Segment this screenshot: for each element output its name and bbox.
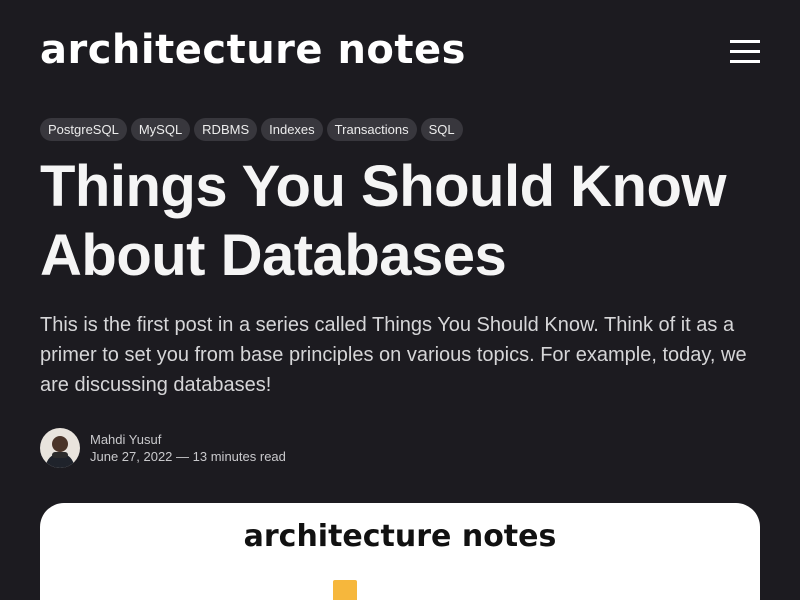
post-date: June 27, 2022 (90, 449, 173, 464)
page: architecture notes PostgreSQL MySQL RDBM… (0, 0, 800, 600)
author-name[interactable]: Mahdi Yusuf (90, 431, 286, 448)
tag-sql[interactable]: SQL (420, 118, 463, 141)
tag-indexes[interactable]: Indexes (261, 118, 323, 141)
hamburger-menu-icon (730, 39, 760, 43)
menu-button[interactable] (726, 34, 764, 68)
tag-transactions[interactable]: Transactions (326, 118, 417, 141)
post-meta-line: June 27, 2022 — 13 minutes read (90, 448, 286, 465)
site-logo[interactable]: architecture notes (40, 22, 466, 78)
tag-rdbms[interactable]: RDBMS (194, 118, 258, 141)
avatar-image (40, 428, 80, 468)
hamburger-menu-icon-bar (730, 59, 760, 63)
article-excerpt: This is the first post in a series calle… (40, 314, 747, 396)
tag-postgresql[interactable]: PostgreSQL (40, 118, 127, 141)
article-title: Things You Should Know About Databases (40, 154, 727, 288)
sticky-note-icon (333, 580, 357, 600)
author-avatar[interactable] (40, 428, 80, 468)
meta-separator: — (176, 449, 190, 464)
author-info: Mahdi Yusuf June 27, 2022 — 13 minutes r… (40, 428, 286, 468)
author-meta: Mahdi Yusuf June 27, 2022 — 13 minutes r… (90, 431, 286, 465)
feature-image: architecture notes (40, 503, 760, 600)
hamburger-menu-icon-bar (730, 49, 760, 53)
feature-image-logo: architecture notes (243, 519, 557, 554)
tag-list: PostgreSQL MySQL RDBMS Indexes Transacti… (40, 118, 463, 141)
tag-mysql[interactable]: MySQL (130, 118, 191, 141)
read-time: 13 minutes read (192, 449, 286, 464)
